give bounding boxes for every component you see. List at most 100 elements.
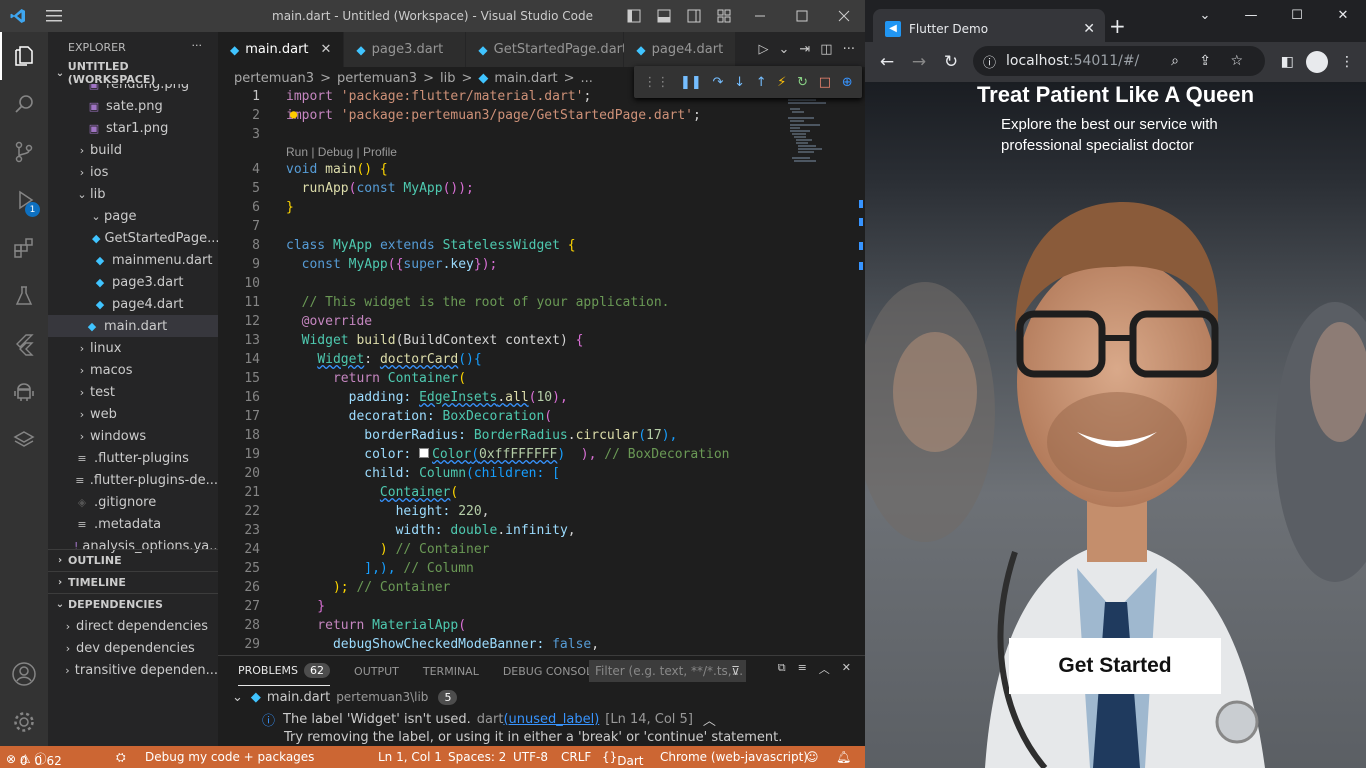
encoding-status[interactable]: UTF-8 (513, 750, 548, 764)
side-panel-icon[interactable]: ◧ (1281, 54, 1294, 70)
code-line[interactable]: void main() { (286, 162, 388, 177)
flutter-icon[interactable] (0, 320, 48, 368)
tree-file[interactable]: ▣ sate.png (48, 95, 218, 117)
breadcrumb-item[interactable]: ... (581, 71, 593, 86)
tab-search-icon[interactable]: ⌄ (1182, 0, 1228, 30)
code-line[interactable]: ],), // Column (286, 561, 474, 576)
problems-status[interactable]: ⊗ 0 ⚠ 0 ⓘ 62 (6, 750, 62, 768)
restart-icon[interactable]: ↻ (797, 75, 808, 90)
tab-debug-console[interactable]: DEBUG CONSOLE (503, 656, 599, 686)
tree-folder[interactable]: › ios (48, 161, 218, 183)
collapse-all-icon[interactable]: ⧉ (778, 661, 786, 677)
code-line[interactable]: } (286, 599, 325, 614)
indent-status[interactable]: Spaces: 2 (448, 750, 506, 764)
tab-main-dart[interactable]: ◆ main.dart ✕ (218, 32, 345, 67)
stop-icon[interactable]: □ (819, 75, 831, 90)
problems-filter-input[interactable]: Filter (e.g. text, **/*.ts,... ⊽ (589, 660, 746, 682)
chevron-down-icon[interactable]: ⌄ (778, 42, 789, 57)
tree-file[interactable]: ▣ star1.png (48, 117, 218, 139)
problem-row[interactable]: ⓘ The label 'Widget' isn't used. dart (u… (218, 708, 865, 730)
close-window-icon[interactable] (823, 0, 865, 32)
code-line[interactable]: debugShowCheckedModeBanner: false, (286, 637, 599, 652)
cursor-position-status[interactable]: Ln 1, Col 1 (378, 750, 442, 764)
breadcrumb-item[interactable]: main.dart (494, 71, 557, 86)
share-icon[interactable]: ⇪ (1199, 53, 1211, 69)
code-line[interactable]: class MyApp extends StatelessWidget { (286, 238, 576, 253)
toggle-panel-icon[interactable] (649, 0, 679, 32)
tree-file[interactable]: ≡ .metadata (48, 513, 218, 535)
code-line[interactable]: Widget: doctorCard(){ (286, 352, 481, 367)
hamburger-menu-icon[interactable] (36, 10, 72, 22)
open-device-icon[interactable]: ⇥ (799, 42, 810, 57)
more-actions-icon[interactable]: ··· (843, 42, 855, 57)
close-tab-icon[interactable]: ✕ (321, 42, 332, 57)
search-icon[interactable] (0, 80, 48, 128)
account-icon[interactable] (0, 650, 48, 698)
tab-page3[interactable]: ◆ page3.dart (344, 32, 467, 67)
android-icon[interactable] (0, 368, 48, 416)
code-line[interactable]: import 'package:pertemuan3/page/GetStart… (286, 108, 701, 123)
pause-icon[interactable]: ❚❚ (680, 75, 702, 90)
feedback-icon[interactable]: ☺ (806, 750, 819, 764)
code-line[interactable]: return Container( (286, 371, 466, 386)
settings-gear-icon[interactable] (0, 698, 48, 746)
code-line[interactable]: runApp(const MyApp()); (286, 181, 474, 196)
maximize-icon[interactable] (781, 0, 823, 32)
lightbulb-icon[interactable]: ● (290, 107, 297, 121)
tree-file[interactable]: ▣ rendung.png (48, 84, 218, 95)
dependencies-section[interactable]: ⌄ DEPENDENCIES (48, 593, 218, 615)
notifications-bell-icon[interactable]: 🔔︎ (836, 750, 851, 764)
drag-handle-icon[interactable]: ⋮⋮ (643, 75, 669, 90)
tree-file[interactable]: ◆ main.dart (48, 315, 218, 337)
tree-file[interactable]: ◆ GetStartedPage.... (48, 227, 218, 249)
code-line[interactable]: Container( (286, 485, 458, 500)
profile-avatar[interactable] (1306, 51, 1328, 73)
bookmark-star-icon[interactable]: ☆ (1230, 53, 1243, 69)
forward-icon[interactable]: → (903, 52, 935, 72)
problem-file-row[interactable]: ⌄ ◆ main.dart pertemuan3\lib 5 (218, 686, 865, 708)
code-line[interactable]: @override (286, 314, 372, 329)
tab-page4[interactable]: ◆ page4.dart (624, 32, 737, 67)
code-line[interactable]: padding: EdgeInsets.all(10), (286, 390, 568, 405)
close-panel-icon[interactable]: ✕ (842, 661, 851, 677)
minimap[interactable] (786, 98, 846, 168)
debug-status-icon[interactable]: ⛭ (116, 750, 126, 765)
new-tab-icon[interactable]: + (1109, 14, 1126, 38)
code-line[interactable]: Widget build(BuildContext context) { (286, 333, 584, 348)
debug-mode-status[interactable]: Debug my code + packages (145, 750, 314, 764)
breadcrumb-item[interactable]: pertemuan3 (234, 71, 314, 86)
maximize-panel-icon[interactable]: ︿ (819, 661, 830, 677)
tree-file[interactable]: ◆ page3.dart (48, 271, 218, 293)
explorer-icon[interactable] (0, 32, 48, 80)
run-debug-icon[interactable]: 1 (0, 176, 48, 224)
code-line[interactable]: width: double.infinity, (286, 523, 576, 538)
chevron-up-icon[interactable]: ︿ (703, 710, 716, 729)
inspect-widget-icon[interactable]: ⊕ (842, 75, 853, 90)
code-line[interactable]: const MyApp({super.key}); (286, 257, 498, 272)
site-info-icon[interactable]: ⓘ (983, 52, 996, 71)
dep-item[interactable]: › transitive dependen... (48, 659, 218, 681)
outline-section[interactable]: › OUTLINE (48, 549, 218, 571)
hot-reload-icon[interactable]: ⚡ (777, 75, 786, 90)
tree-file[interactable]: ≡ .flutter-plugins-de... (48, 469, 218, 491)
step-over-icon[interactable]: ↷ (713, 75, 724, 90)
tree-folder[interactable]: › web (48, 403, 218, 425)
tree-folder[interactable]: › windows (48, 425, 218, 447)
device-status[interactable]: Chrome (web-javascript) (660, 750, 808, 764)
tree-file[interactable]: ◆ mainmenu.dart (48, 249, 218, 271)
tree-folder[interactable]: › build (48, 139, 218, 161)
timeline-section[interactable]: › TIMELINE (48, 571, 218, 593)
browser-menu-icon[interactable]: ⋮ (1340, 54, 1354, 70)
language-status[interactable]: {} Dart (602, 750, 644, 768)
code-line[interactable]: ); // Container (286, 580, 450, 595)
breadcrumb-item[interactable]: pertemuan3 (337, 71, 417, 86)
testing-icon[interactable] (0, 272, 48, 320)
breadcrumb-item[interactable]: lib (440, 71, 455, 86)
tree-folder[interactable]: › macos (48, 359, 218, 381)
reload-icon[interactable]: ↻ (935, 52, 967, 72)
close-window-icon[interactable]: ✕ (1320, 0, 1366, 30)
source-control-icon[interactable] (0, 128, 48, 176)
tree-folder[interactable]: ⌄ page (48, 205, 218, 227)
filter-icon[interactable]: ⊽ (731, 664, 740, 678)
code-line[interactable]: height: 220, (286, 504, 490, 519)
